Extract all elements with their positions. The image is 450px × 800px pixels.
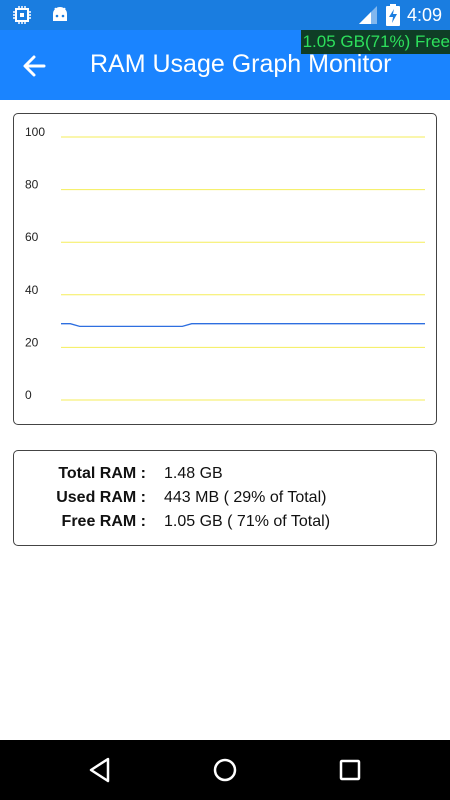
android-icon: [53, 7, 67, 21]
y-tick-label: 60: [25, 230, 39, 244]
navigation-bar: [0, 740, 450, 800]
free-ram-overlay: 1.05 GB(71%) Free: [300, 30, 450, 54]
battery-charging-icon: [385, 4, 400, 26]
ram-usage-series-line: [61, 323, 425, 328]
stat-row-total: Total RAM : 1.48 GB: [14, 465, 436, 489]
free-ram-value: 1.05 GB ( 71% of Total): [164, 513, 331, 530]
status-bar: 4:09: [0, 0, 450, 30]
y-tick-label: 0: [25, 388, 32, 402]
used-ram-label: Used RAM :: [56, 489, 146, 506]
page-title: RAM Usage Graph Monitor: [90, 50, 392, 78]
stat-row-used: Used RAM : 443 MB ( 29% of Total): [14, 489, 436, 513]
stat-row-free: Free RAM : 1.05 GB ( 71% of Total): [14, 513, 436, 537]
used-ram-value: 443 MB ( 29% of Total): [164, 489, 327, 506]
ram-usage-chart: 100 80 60 40 20 0: [25, 125, 425, 402]
total-ram-label: Total RAM :: [58, 465, 146, 482]
back-triangle-icon[interactable]: [84, 754, 116, 786]
y-tick-label: 20: [25, 335, 39, 349]
free-ram-label: Free RAM :: [61, 513, 146, 530]
total-ram-value: 1.48 GB: [164, 465, 223, 482]
home-circle-icon[interactable]: [209, 754, 241, 786]
y-tick-label: 100: [25, 125, 45, 139]
y-tick-label: 80: [25, 178, 39, 192]
y-tick-label: 40: [25, 283, 39, 297]
status-time: 4:09: [406, 4, 442, 25]
recents-square-icon[interactable]: [334, 754, 366, 786]
back-arrow-icon[interactable]: [20, 52, 48, 80]
chip-icon: [13, 6, 31, 24]
ram-stats-card: Total RAM : 1.48 GB Used RAM : 443 MB ( …: [13, 450, 437, 546]
ram-usage-graph: 100 80 60 40 20 0: [13, 113, 437, 425]
signal-icon: [358, 6, 377, 24]
